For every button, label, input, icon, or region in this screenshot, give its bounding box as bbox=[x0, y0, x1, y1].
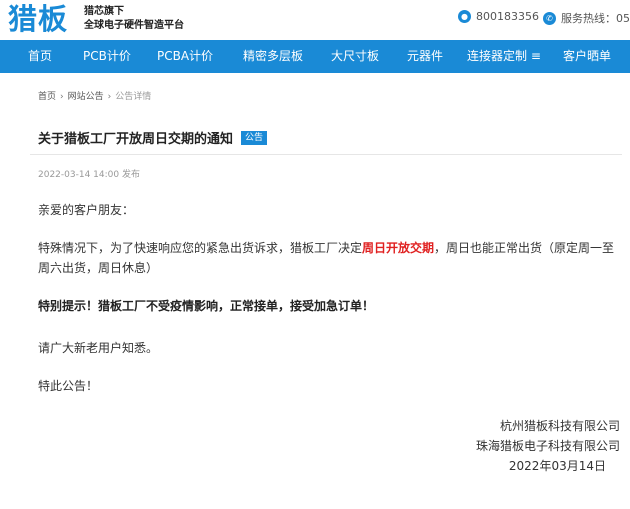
body-text-before: 特殊情况下，为了快速响应您的紧急出货诉求，猎板工厂决定 bbox=[38, 241, 363, 255]
nav-item-precision-multilayer[interactable]: 精密多层板 bbox=[243, 40, 303, 73]
slogan-line-1: 猎芯旗下 bbox=[84, 6, 124, 17]
breadcrumb: 首页 › 网站公告 › 公告详情 bbox=[38, 89, 151, 102]
qq-number: 800183356 bbox=[476, 10, 539, 23]
chevron-right-icon: › bbox=[107, 92, 112, 102]
phone-icon: ✆ bbox=[543, 11, 556, 25]
site-header: 猎板 猎芯旗下 全球电子硬件智造平台 ● 800183356 ✆ 服务热线：05… bbox=[0, 0, 630, 40]
slogan: 猎芯旗下 全球电子硬件智造平台 bbox=[84, 5, 184, 33]
article-please-note: 请广大新老用户知悉。 bbox=[38, 341, 159, 355]
hotline-contact[interactable]: ✆ 服务热线：0571 bbox=[543, 10, 630, 26]
site-logo[interactable]: 猎板 bbox=[8, 2, 68, 36]
nav-item-pcb-quote[interactable]: PCB计价 bbox=[83, 40, 131, 73]
nav-item-home[interactable]: 首页 bbox=[28, 40, 52, 73]
slogan-line-2: 全球电子硬件智造平台 bbox=[84, 20, 184, 31]
nav-item-customer-showcase[interactable]: 客户晒单 bbox=[563, 40, 611, 73]
signature-company-2: 珠海猎板电子科技有限公司 bbox=[475, 439, 620, 453]
article-ending: 特此公告！ bbox=[38, 379, 99, 393]
publish-date: 2022-03-14 14:00 发布 bbox=[38, 170, 140, 180]
breadcrumb-home[interactable]: 首页 bbox=[38, 92, 56, 102]
main-nav: 首页 PCB计价 PCBA计价 精密多层板 大尺寸板 元器件 连接器定制 ≡ 客… bbox=[0, 40, 630, 73]
nav-item-connector-custom[interactable]: 连接器定制 ≡ bbox=[467, 40, 541, 73]
qq-icon: ● bbox=[458, 10, 471, 23]
hotline-text: 服务热线：0571 bbox=[561, 12, 630, 25]
body-highlight: 周日开放交期 bbox=[362, 241, 435, 255]
nav-item-large-board[interactable]: 大尺寸板 bbox=[331, 40, 379, 73]
breadcrumb-current: 公告详情 bbox=[115, 92, 152, 102]
chevron-right-icon: › bbox=[60, 92, 64, 102]
nav-item-components[interactable]: 元器件 bbox=[407, 40, 443, 73]
breadcrumb-section[interactable]: 网站公告 bbox=[68, 92, 104, 102]
article-greeting: 亲爱的客户朋友： bbox=[38, 203, 135, 217]
article-notice: 特别提示！猎板工厂不受疫情影响，正常接单，接受加急订单！ bbox=[38, 299, 375, 313]
article-title-row: 关于猎板工厂开放周日交期的通知 公告 bbox=[38, 128, 268, 147]
article-body: 特殊情况下，为了快速响应您的紧急出货诉求，猎板工厂决定周日开放交期，周日也能正常… bbox=[38, 238, 616, 278]
nav-item-pcba-quote[interactable]: PCBA计价 bbox=[157, 40, 213, 73]
category-badge: 公告 bbox=[241, 130, 268, 145]
page-title: 关于猎板工厂开放周日交期的通知 bbox=[38, 132, 234, 147]
signature-date: 2022年03月14日 bbox=[508, 459, 606, 473]
signature-company-1: 杭州猎板科技有限公司 bbox=[499, 419, 620, 433]
title-divider bbox=[30, 154, 622, 155]
qq-contact[interactable]: ● 800183356 bbox=[458, 10, 539, 23]
